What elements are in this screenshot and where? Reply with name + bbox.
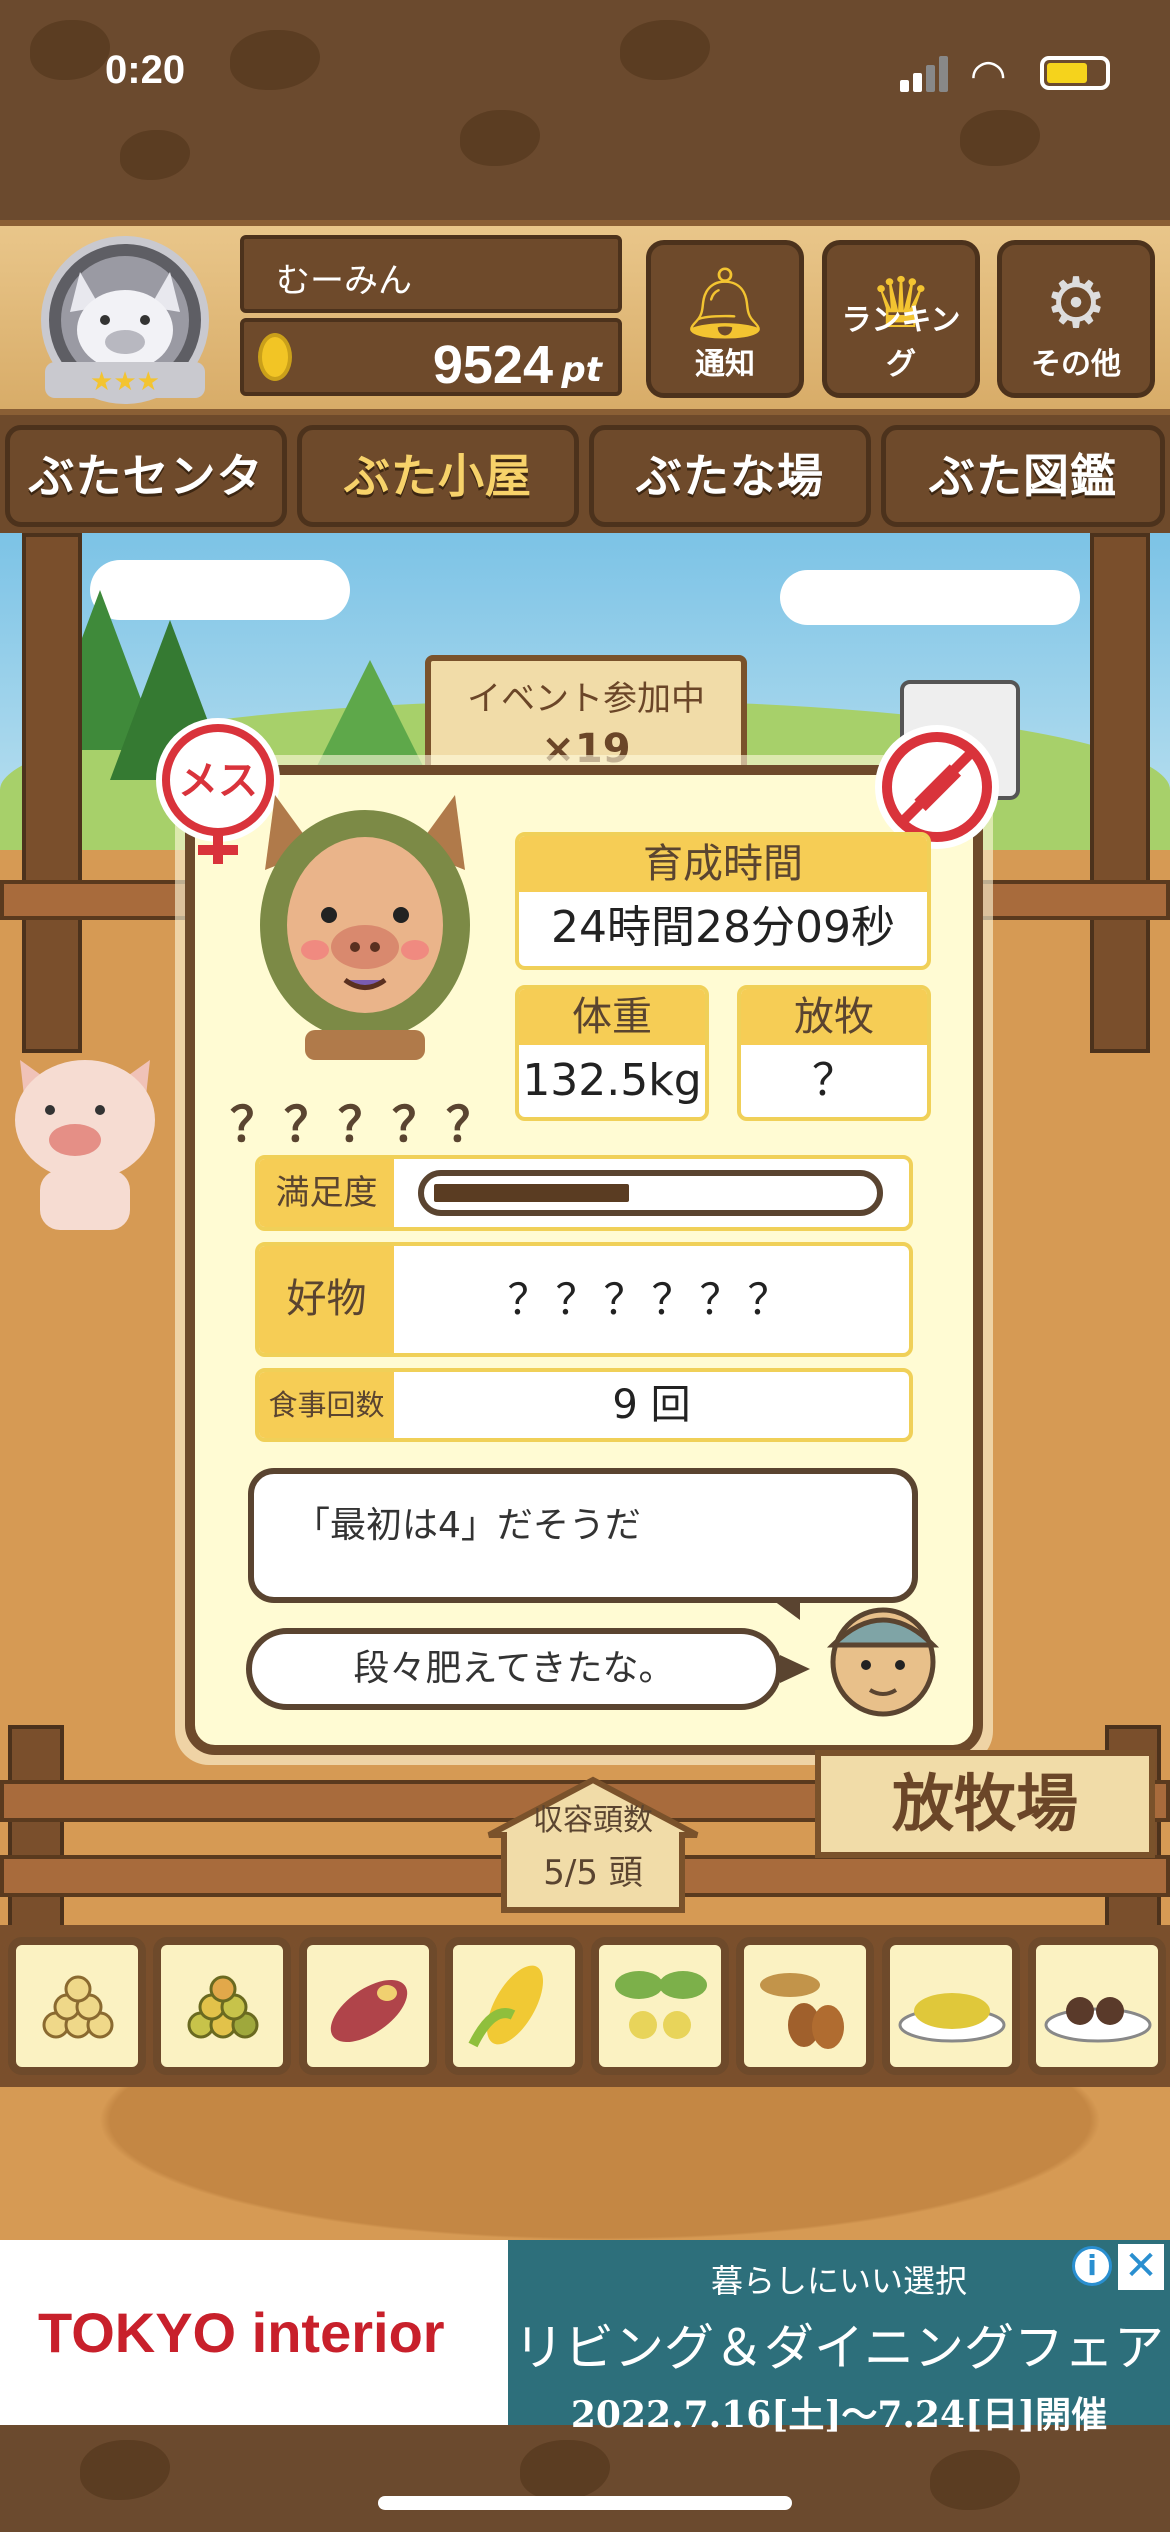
player-avatar[interactable]: ★★★ — [25, 232, 225, 412]
settings-button[interactable]: ⚙ その他 — [997, 240, 1155, 398]
tab-pig-encyclopedia[interactable]: ぶた図鑑 — [881, 425, 1165, 527]
capacity-label: 収容頭数 — [533, 1803, 653, 1838]
capacity-value: 5/5 頭 — [543, 1853, 643, 1893]
acorn-icon[interactable] — [736, 1937, 874, 2075]
bean-plant-icon[interactable] — [591, 1937, 729, 2075]
pig-name: ？？？？？ — [230, 1097, 501, 1153]
ad-content[interactable]: 暮らしにいい選択 リビング＆ダイニングフェア 2022.7.16[土]〜7.24… — [508, 2240, 1170, 2436]
pig-portrait — [245, 775, 485, 1075]
meals-row: 食事回数 9 回 — [255, 1368, 913, 1442]
growth-time-box: 育成時間 24時間28分09秒 — [515, 832, 931, 970]
grain-pile-icon[interactable] — [8, 1937, 146, 2075]
bell-icon: 🔔︎ — [680, 262, 770, 344]
satisfaction-bar — [418, 1170, 883, 1216]
mixed-grain-icon[interactable] — [153, 1937, 291, 2075]
dango-plate-icon[interactable] — [1028, 1937, 1166, 2075]
grazing-box: 放牧 ？ — [737, 985, 931, 1121]
coin-icon — [258, 333, 292, 381]
pig-character[interactable] — [0, 1030, 170, 1250]
points-value: 9524 — [432, 335, 553, 395]
tab-pig-center[interactable]: ぶたセンター — [5, 425, 287, 595]
status-time: 0:20 — [105, 48, 186, 92]
favorite-value: ？？？？？？ — [507, 1275, 796, 1324]
corn-icon[interactable] — [445, 1937, 583, 2075]
sweet-potato-icon[interactable] — [299, 1937, 437, 2075]
battery-icon — [1040, 56, 1110, 90]
player-name: むーみん — [240, 235, 622, 313]
points-unit: pt — [561, 350, 602, 390]
pasture-sign-button[interactable]: 放牧場 — [815, 1750, 1155, 1858]
meals-value: 9 回 — [612, 1382, 691, 1428]
ad-brand: TOKYO interior — [38, 2301, 445, 2364]
weight-box: 体重 132.5kg — [515, 985, 709, 1121]
tab-pig-hut[interactable]: ぶた小屋 — [297, 425, 579, 527]
capacity-sign: 収容頭数 5/5 頭 — [482, 1775, 704, 1915]
satisfaction-bar-fill — [434, 1184, 629, 1202]
ad-close-icon[interactable]: ✕ — [1118, 2244, 1164, 2290]
weight-value: 132.5kg — [522, 1055, 702, 1106]
signal-icon — [900, 56, 950, 92]
grazing-value: ？ — [812, 1055, 856, 1106]
gear-icon: ⚙ — [1044, 262, 1108, 344]
farmer-icon — [818, 1590, 948, 1720]
hint-bubble: 「最初は4」だそうだ — [248, 1468, 918, 1603]
svg-text:★★★: ★★★ — [90, 367, 160, 397]
favorite-row: 好物 ？？？？？？ — [255, 1242, 913, 1357]
wifi-icon: ◠ — [970, 50, 1007, 99]
points-display: 9524 pt — [240, 318, 622, 396]
growth-time-value: 24時間28分09秒 — [551, 902, 895, 953]
soybean-plate-icon[interactable] — [882, 1937, 1020, 2075]
ad-info-icon[interactable]: i — [1072, 2246, 1112, 2286]
farmer-comment: 段々肥えてきたな。 — [246, 1628, 782, 1710]
home-indicator — [378, 2496, 792, 2510]
tab-pig-field[interactable]: ぶたな場 — [589, 425, 871, 527]
notification-button[interactable]: 🔔︎ 通知 — [646, 240, 804, 398]
ranking-button[interactable]: ♛ ランキング — [822, 240, 980, 398]
